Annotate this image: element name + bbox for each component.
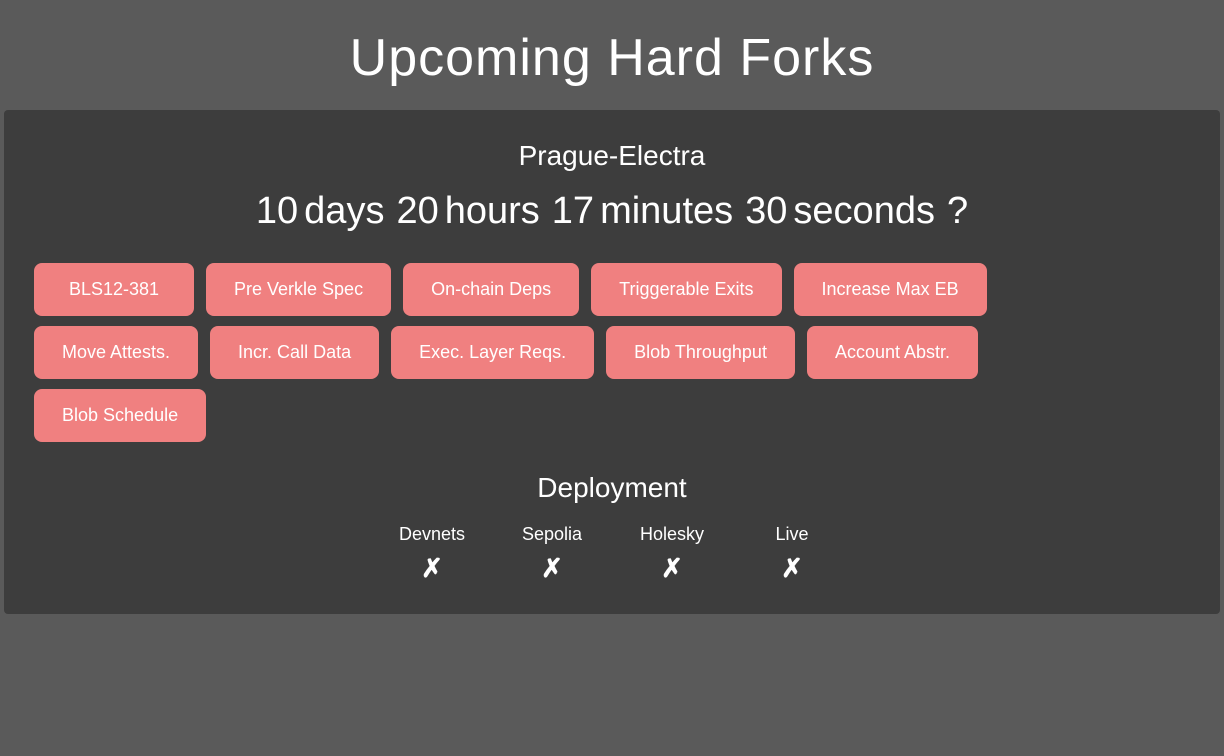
hours-label: hours [445,190,540,233]
eip-attests-button[interactable]: Move Attests. [34,326,198,379]
status-sepolia: ✗ [517,553,587,584]
status-holesky: ✗ [637,553,707,584]
countdown-question: ? [947,190,968,233]
eip-exits-button[interactable]: Triggerable Exits [591,263,781,316]
deployment-headers: Devnets Sepolia Holesky Live [397,524,827,545]
eip-blob-button[interactable]: Blob Throughput [606,326,795,379]
seconds-label: seconds [793,190,935,233]
eip-bls12-button[interactable]: BLS12-381 [34,263,194,316]
eip-layer-button[interactable]: Exec. Layer Reqs. [391,326,594,379]
header-sepolia: Sepolia [517,524,587,545]
deployment-table: Devnets Sepolia Holesky Live ✗ ✗ ✗ ✗ [397,524,827,584]
fork-section: Prague-Electra 10 days 20 hours 17 minut… [34,140,1190,442]
days-label: days [304,190,384,233]
eip-verkle-button[interactable]: Pre Verkle Spec [206,263,391,316]
seconds-number: 30 [745,190,787,233]
deployment-section: Deployment Devnets Sepolia Holesky Live … [34,472,1190,584]
eip-onchain-button[interactable]: On-chain Deps [403,263,579,316]
eip-account-button[interactable]: Account Abstr. [807,326,978,379]
status-devnets: ✗ [397,553,467,584]
status-live: ✗ [757,553,827,584]
eip-blobsched-button[interactable]: Blob Schedule [34,389,206,442]
fork-name: Prague-Electra [34,140,1190,172]
deployment-title: Deployment [34,472,1190,504]
eips-row-1: BLS12-381 Pre Verkle Spec On-chain Deps … [34,263,1190,316]
header-devnets: Devnets [397,524,467,545]
page-title: Upcoming Hard Forks [0,28,1224,88]
hours-number: 20 [396,190,438,233]
eip-maxeb-button[interactable]: Increase Max EB [794,263,987,316]
minutes-number: 17 [552,190,594,233]
countdown: 10 days 20 hours 17 minutes 30 seconds ? [34,190,1190,233]
header-live: Live [757,524,827,545]
minutes-label: minutes [600,190,733,233]
eip-calldata-button[interactable]: Incr. Call Data [210,326,379,379]
days-number: 10 [256,190,298,233]
main-content: Prague-Electra 10 days 20 hours 17 minut… [4,110,1220,614]
eips-row-2: Move Attests. Incr. Call Data Exec. Laye… [34,326,1190,379]
page-header: Upcoming Hard Forks [0,0,1224,110]
deployment-row: ✗ ✗ ✗ ✗ [397,553,827,584]
header-holesky: Holesky [637,524,707,545]
eips-row-3: Blob Schedule [34,389,1190,442]
